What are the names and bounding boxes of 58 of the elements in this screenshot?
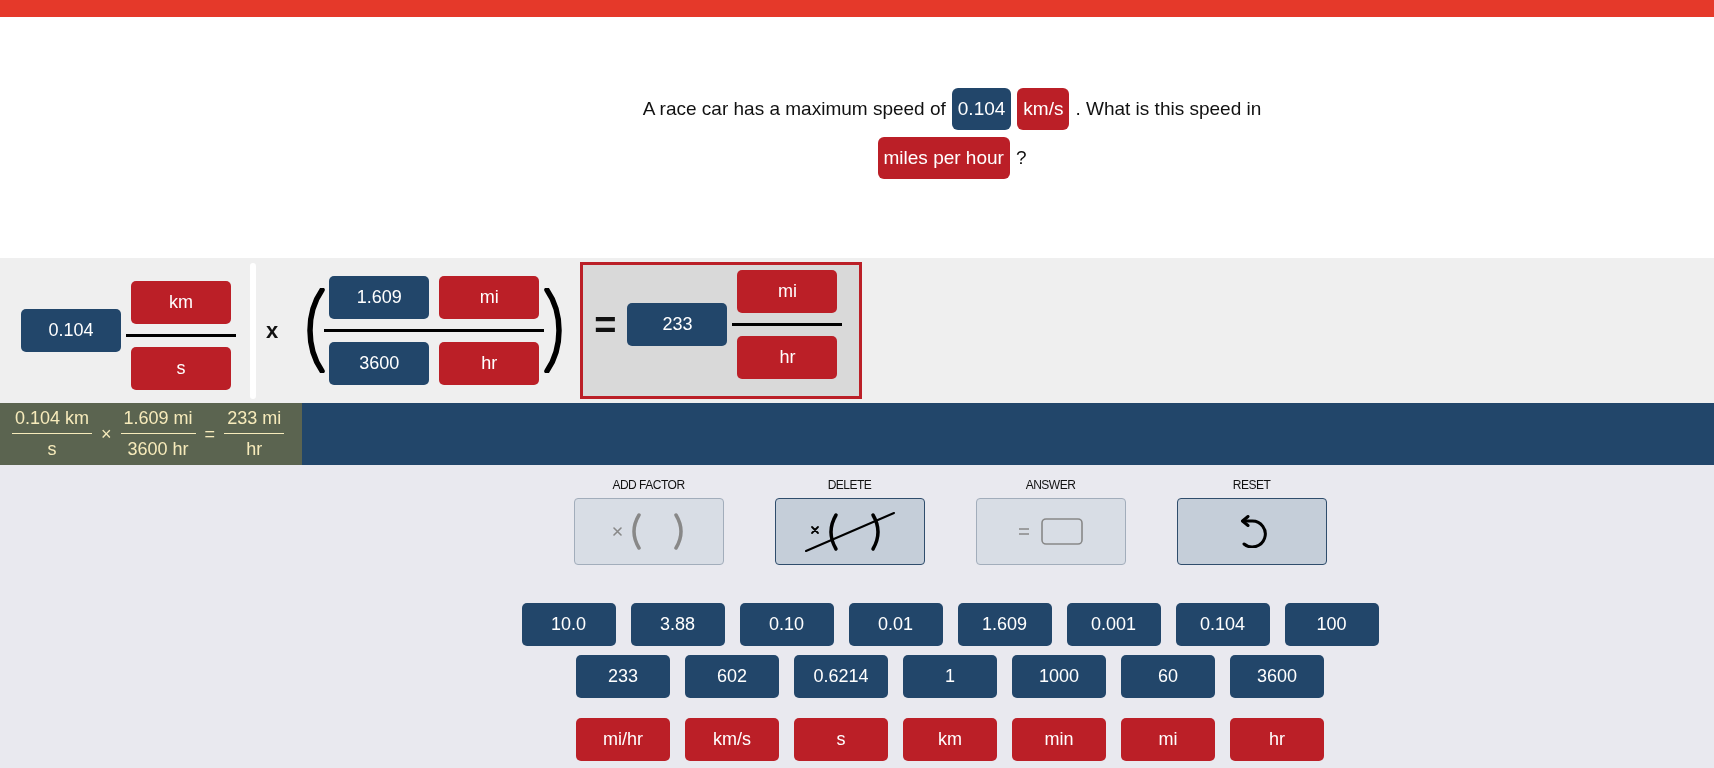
number-tile[interactable]: 0.10 xyxy=(739,603,834,646)
number-tile[interactable]: 0.104 xyxy=(1175,603,1270,646)
unit-tile[interactable]: mi/hr xyxy=(576,718,670,761)
number-tile[interactable]: 1000 xyxy=(1012,655,1106,698)
summary-numerator: 1.609 mi xyxy=(122,407,194,429)
crossed-out-parentheses-icon xyxy=(804,511,895,552)
unit-tile[interactable]: min xyxy=(1012,718,1106,761)
summary-denominator: 3600 hr xyxy=(126,439,190,461)
question-text: . What is this speed in xyxy=(1075,98,1262,120)
number-tile[interactable]: 10.0 xyxy=(521,603,616,646)
equals-box-icon xyxy=(1018,518,1083,545)
unit-tile[interactable]: km xyxy=(131,281,231,324)
tool-label: DELETE xyxy=(827,478,872,492)
operator-sign: = xyxy=(204,423,216,445)
number-tile[interactable]: 100 xyxy=(1284,603,1379,646)
number-tile[interactable]: 233 xyxy=(627,303,728,346)
number-chip: 0.104 xyxy=(951,88,1012,130)
number-tile[interactable]: 602 xyxy=(685,655,779,698)
unit-chip: miles per hour xyxy=(877,137,1010,179)
reset-button[interactable] xyxy=(1176,498,1327,565)
number-tile[interactable]: 1 xyxy=(903,655,997,698)
question-text: ? xyxy=(1015,147,1027,169)
number-tile[interactable]: 3600 xyxy=(1230,655,1324,698)
unit-tile[interactable]: km/s xyxy=(685,718,779,761)
unit-tile[interactable]: km xyxy=(903,718,997,761)
multiply-sign: x xyxy=(266,317,279,344)
number-tile[interactable]: 0.104 xyxy=(21,309,121,352)
unit-tile[interactable]: mi xyxy=(439,276,540,319)
number-tile[interactable]: 0.001 xyxy=(1066,603,1161,646)
unit-tile[interactable]: s xyxy=(131,347,231,390)
equals-sign: = xyxy=(594,305,617,344)
number-tile[interactable]: 60 xyxy=(1121,655,1215,698)
tool-label: ADD FACTOR xyxy=(612,478,685,492)
number-tile[interactable]: 3.88 xyxy=(630,603,725,646)
parentheses-icon xyxy=(612,513,685,550)
question-text: A race car has a maximum speed of xyxy=(642,98,946,120)
unit-chip: km/s xyxy=(1017,88,1070,130)
summary-numerator: 0.104 km xyxy=(14,407,91,429)
unit-tile[interactable]: mi xyxy=(1121,718,1215,761)
number-tile[interactable]: 233 xyxy=(576,655,670,698)
summary-denominator: s xyxy=(46,439,58,461)
unit-tile[interactable]: hr xyxy=(737,336,838,379)
summary-denominator: hr xyxy=(245,439,264,461)
delete-button[interactable] xyxy=(774,498,925,565)
fraction-line xyxy=(224,432,285,435)
operator-sign: × xyxy=(101,423,112,445)
unit-tile[interactable]: s xyxy=(794,718,888,761)
tool-label: RESET xyxy=(1232,478,1271,492)
number-tile[interactable]: 1.609 xyxy=(957,603,1052,646)
number-tile[interactable]: 1.609 xyxy=(329,276,430,319)
unit-tile[interactable]: hr xyxy=(439,342,540,385)
number-tile[interactable]: 3600 xyxy=(329,342,430,385)
summary-numerator: 233 mi xyxy=(226,407,283,429)
number-tile[interactable]: 0.6214 xyxy=(794,655,888,698)
unit-tile[interactable]: hr xyxy=(1230,718,1324,761)
unit-tile[interactable]: mi xyxy=(737,270,838,313)
tool-label: ANSWER xyxy=(1025,478,1076,492)
number-tile[interactable]: 0.01 xyxy=(848,603,943,646)
